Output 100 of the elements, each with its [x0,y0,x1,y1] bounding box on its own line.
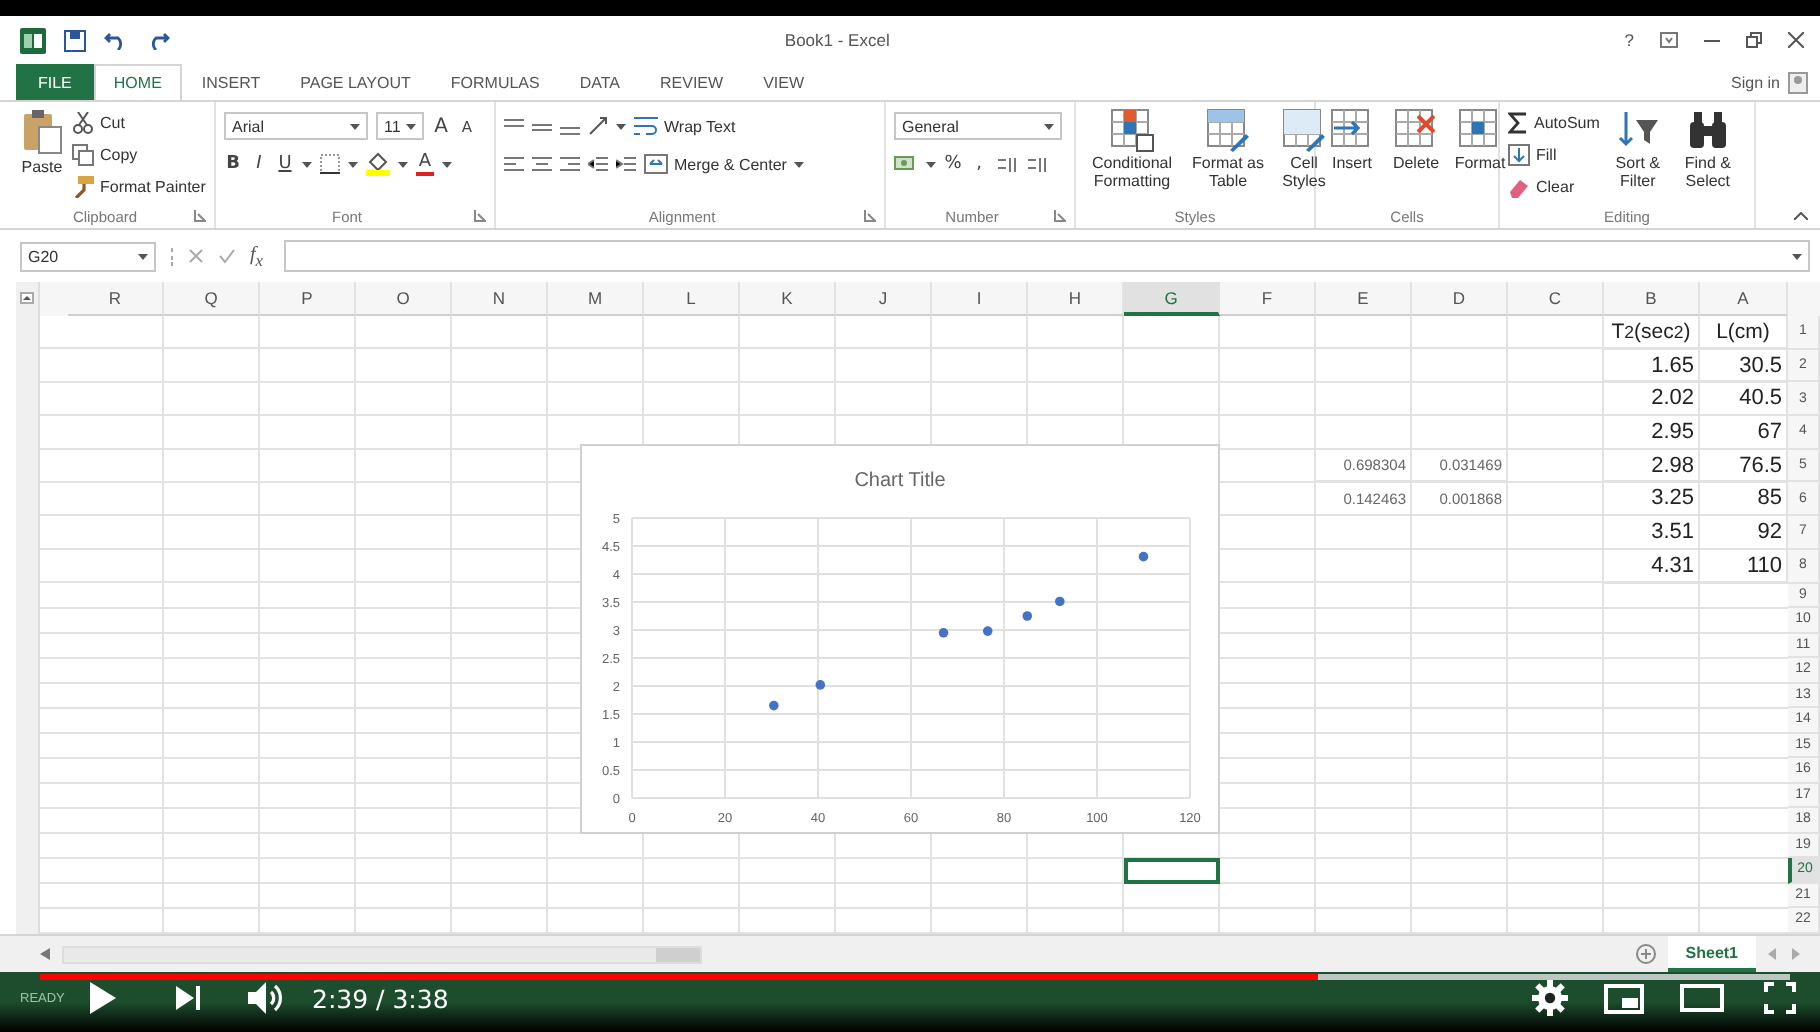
scroll-up-icon[interactable] [20,292,34,304]
formula-input[interactable] [284,240,1810,272]
caret-icon [616,123,626,129]
ribbon-tab[interactable]: INSERT [181,64,281,100]
account-icon[interactable] [1788,71,1808,93]
ribbon-button[interactable]: Delete [1388,108,1444,174]
close-icon[interactable] [1788,32,1804,48]
ribbon-tab[interactable]: HOME [93,64,182,100]
ribbon-tab[interactable]: FORMULAS [430,64,560,100]
sigma-icon [1508,112,1528,134]
column-header[interactable]: O [356,282,452,316]
dialog-launcher-icon[interactable] [864,210,876,222]
table-cell: 1.65 [1604,349,1700,383]
column-header[interactable]: N [452,282,548,316]
clipboard-icon [20,108,64,156]
text-orientation-icon [588,116,608,136]
column-header[interactable]: I [932,282,1028,316]
percent-button[interactable]: % [944,154,962,174]
caret-icon [302,161,312,167]
column-header[interactable]: F [1220,282,1316,316]
ribbon-tab[interactable]: VIEW [743,64,825,100]
underline-button[interactable]: U [276,154,294,174]
column-header[interactable]: M [548,282,644,316]
ribbon-button[interactable]: Fill [1508,140,1600,170]
column-header[interactable]: L [644,282,740,316]
insert-function-button[interactable]: f$_{x}$ [250,243,263,269]
copy-icon [72,144,94,166]
ribbon-tab[interactable]: PAGE LAYOUT [280,64,431,100]
caret-icon [1044,123,1054,129]
theater-mode-icon[interactable] [1680,984,1724,1012]
volume-icon[interactable] [248,982,284,1014]
column-header[interactable]: K [740,282,836,316]
name-box[interactable]: G20 [20,241,156,271]
ribbon-button[interactable]: Paste [20,108,64,178]
column-header[interactable]: B [1604,282,1700,316]
ribbon-tab[interactable]: REVIEW [640,64,744,100]
dropdown-field[interactable]: Arial [224,112,368,140]
column-header[interactable]: E [1316,282,1412,316]
undo-icon[interactable] [104,30,128,50]
ribbon-button[interactable]: Copy [72,140,206,170]
sheet-tab[interactable]: Sheet1 [1667,936,1756,972]
help-button[interactable]: ? [1624,30,1634,50]
sign-in-link[interactable]: Sign in [1731,73,1780,91]
save-icon[interactable] [64,29,86,51]
fullscreen-icon[interactable] [1764,982,1796,1014]
play-icon[interactable] [88,982,116,1014]
table-cell: 2.95 [1604,416,1700,450]
bold-button[interactable]: B [224,154,242,174]
ribbon-button[interactable]: Wrap Text [634,111,736,141]
dialog-launcher-icon[interactable] [1054,210,1066,222]
caret-icon [442,161,452,167]
ribbon-button[interactable]: Clear [1508,172,1600,202]
ribbon-button[interactable]: Merge & Center [644,149,787,179]
comma-style-button[interactable]: , [970,154,988,174]
dropdown-field[interactable]: 11 [376,112,424,140]
italic-button[interactable]: I [250,154,268,174]
ribbon-tab[interactable]: FILE [16,64,94,100]
restore-icon[interactable] [1746,32,1762,48]
column-header[interactable]: G [1124,282,1220,316]
column-header[interactable]: C [1508,282,1604,316]
dialog-launcher-icon[interactable] [474,210,486,222]
column-header[interactable]: J [836,282,932,316]
format-table-icon [1206,108,1250,152]
ribbon-button[interactable]: Find & Select [1675,108,1740,192]
ribbon-button[interactable]: Format Painter [72,172,206,202]
dropdown-field[interactable]: General [894,112,1062,140]
ribbon-tab[interactable]: DATA [559,64,640,100]
ribbon-button[interactable]: Conditional Formatting [1084,108,1180,192]
format-cells-icon [1458,108,1502,152]
column-header[interactable]: P [260,282,356,316]
border-icon [320,154,340,174]
wrap-text-icon [634,116,658,136]
ribbon-button[interactable]: Cut [72,108,206,138]
grow-font-button[interactable]: A [432,115,450,137]
settings-icon[interactable] [1532,980,1568,1016]
horizontal-scrollbar[interactable] [62,945,702,963]
ribbon-options-icon[interactable] [1660,32,1678,48]
delete-cells-icon [1394,108,1438,152]
collapse-ribbon-icon[interactable] [1794,212,1808,220]
increase-indent-icon [616,155,636,173]
redo-icon[interactable] [146,30,170,50]
table-cell: 3.25 [1604,482,1700,517]
ribbon-button[interactable]: Format [1452,108,1508,174]
ribbon-button[interactable]: AutoSum [1508,108,1600,138]
column-header[interactable]: R [68,282,164,316]
column-header[interactable]: Q [164,282,260,316]
font-color-button[interactable]: A [416,152,434,176]
miniplayer-icon[interactable] [1604,983,1644,1013]
data-point [1055,596,1065,607]
scroll-left-icon[interactable] [40,948,50,960]
column-header[interactable]: D [1412,282,1508,316]
add-sheet-icon[interactable] [1635,944,1656,964]
brush-icon [72,176,94,198]
caret-icon [1792,253,1802,259]
column-header[interactable]: H [1028,282,1124,316]
ribbon-button[interactable]: Format as Table [1188,108,1268,192]
next-icon[interactable] [176,986,200,1010]
dialog-launcher-icon[interactable] [194,210,206,222]
column-header[interactable]: A [1700,282,1788,316]
ribbon-button[interactable]: Sort & Filter [1607,108,1668,192]
